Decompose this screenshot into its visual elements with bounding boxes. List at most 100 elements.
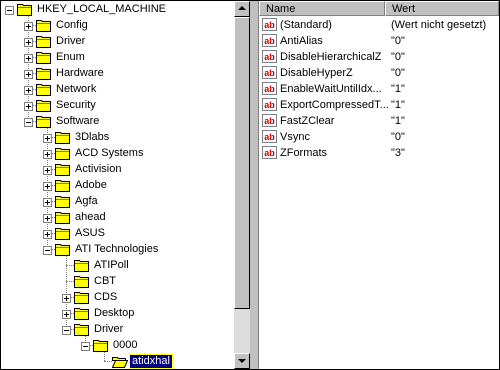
scroll-up-button[interactable] — [234, 1, 250, 17]
expand-plus-icon[interactable] — [24, 38, 33, 47]
svg-text:ab: ab — [264, 100, 275, 110]
value-name: EnableWaitUntilIdx... — [280, 83, 382, 95]
value-name: (Standard) — [280, 19, 332, 31]
value-row[interactable]: ab Vsync "0" — [259, 129, 499, 145]
tree-item[interactable]: Enum — [1, 50, 234, 66]
folder-icon — [74, 307, 90, 320]
tree-item[interactable]: 0000 — [1, 338, 234, 354]
expand-plus-icon[interactable] — [43, 182, 52, 191]
svg-text:ab: ab — [264, 132, 275, 142]
expand-plus-icon[interactable] — [24, 86, 33, 95]
tree-item[interactable]: CDS — [1, 290, 234, 306]
value-row[interactable]: ab ZFormats "3" — [259, 145, 499, 161]
value-data: "3" — [391, 147, 405, 159]
tree-item[interactable]: Config — [1, 18, 234, 34]
tree-item-label: 0000 — [113, 339, 138, 351]
tree-item[interactable]: ahead — [1, 210, 234, 226]
value-row[interactable]: ab DisableHyperZ "0" — [259, 65, 499, 81]
tree-item[interactable]: Security — [1, 98, 234, 114]
value-row[interactable]: ab AntiAlias "0" — [259, 33, 499, 49]
expand-plus-icon[interactable] — [43, 214, 52, 223]
tree-item[interactable]: Hardware — [1, 66, 234, 82]
value-data: "1" — [391, 83, 405, 95]
value-name: FastZClear — [280, 115, 335, 127]
expand-plus-icon[interactable] — [24, 70, 33, 79]
expand-plus-icon[interactable] — [24, 54, 33, 63]
folder-icon — [36, 35, 52, 48]
expand-plus-icon[interactable] — [24, 22, 33, 31]
tree-item[interactable]: Driver — [1, 322, 234, 338]
svg-text:ab: ab — [264, 52, 275, 62]
expand-plus-icon[interactable] — [43, 134, 52, 143]
tree-item[interactable]: 3Dlabs — [1, 130, 234, 146]
tree-connector-line — [66, 281, 74, 282]
scroll-thumb[interactable] — [234, 17, 250, 309]
pane-splitter[interactable] — [250, 1, 259, 369]
collapse-minus-icon[interactable] — [5, 6, 14, 15]
tree-item-label: ATI Technologies — [75, 243, 159, 255]
tree-item[interactable]: Adobe — [1, 178, 234, 194]
expand-plus-icon[interactable] — [43, 166, 52, 175]
folder-icon — [36, 99, 52, 112]
folder-icon — [55, 147, 71, 160]
value-row[interactable]: ab EnableWaitUntilIdx... "1" — [259, 81, 499, 97]
expand-plus-icon[interactable] — [62, 294, 71, 303]
collapse-minus-icon[interactable] — [24, 118, 33, 127]
value-data: (Wert nicht gesetzt) — [391, 19, 487, 31]
tree-vertical-scrollbar[interactable] — [234, 1, 250, 369]
column-header-value[interactable]: Wert — [385, 1, 499, 16]
tree-root-item[interactable]: HKEY_LOCAL_MACHINE — [1, 2, 234, 18]
collapse-minus-icon[interactable] — [62, 326, 71, 335]
expand-plus-icon[interactable] — [24, 102, 33, 111]
folder-icon — [111, 355, 129, 368]
tree-item-label: Activision — [75, 163, 122, 175]
arrow-down-icon — [238, 359, 246, 363]
tree-item[interactable]: Agfa — [1, 194, 234, 210]
tree-item[interactable]: ACD Systems — [1, 146, 234, 162]
tree-item[interactable]: Driver — [1, 34, 234, 50]
expand-plus-icon[interactable] — [43, 198, 52, 207]
tree-item[interactable]: ASUS — [1, 226, 234, 242]
value-row[interactable]: ab DisableHierarchicalZ "0" — [259, 49, 499, 65]
collapse-minus-icon[interactable] — [81, 342, 90, 351]
registry-tree[interactable]: HKEY_LOCAL_MACHINE Config Driver Enum Hardwa… — [1, 1, 234, 369]
tree-item[interactable]: ATI Technologies — [1, 242, 234, 258]
folder-icon — [55, 227, 71, 240]
tree-root-label: HKEY_LOCAL_MACHINE — [37, 3, 166, 15]
folder-icon — [74, 291, 90, 304]
scroll-down-button[interactable] — [234, 353, 250, 369]
string-value-icon: ab — [262, 130, 277, 143]
folder-icon — [74, 275, 90, 288]
string-value-icon: ab — [262, 50, 277, 63]
tree-item[interactable]: CBT — [1, 274, 234, 290]
expand-plus-icon[interactable] — [43, 150, 52, 159]
value-row[interactable]: ab ExportCompressedT... "1" — [259, 97, 499, 113]
tree-item-label: Software — [56, 115, 100, 127]
tree-item-label: Network — [56, 83, 97, 95]
value-row[interactable]: ab (Standard) (Wert nicht gesetzt) — [259, 17, 499, 33]
tree-item[interactable]: Activision — [1, 162, 234, 178]
value-data: "1" — [391, 99, 405, 111]
tree-item-label: Desktop — [94, 307, 135, 319]
tree-item-selected[interactable]: atidxhal — [1, 354, 234, 369]
folder-icon — [36, 83, 52, 96]
collapse-minus-icon[interactable] — [43, 246, 52, 255]
values-list[interactable]: Name Wert ab (Standard) (Wert nicht gesetz… — [259, 1, 499, 369]
folder-icon — [74, 323, 90, 336]
folder-icon — [74, 259, 90, 272]
folder-icon — [36, 67, 52, 80]
expand-plus-icon[interactable] — [62, 310, 71, 319]
tree-item[interactable]: ATIPoll — [1, 258, 234, 274]
column-header-name[interactable]: Name — [259, 1, 385, 16]
tree-item[interactable]: Software — [1, 114, 234, 130]
string-value-icon: ab — [262, 82, 277, 95]
tree-item[interactable]: Desktop — [1, 306, 234, 322]
value-name: ZFormats — [280, 147, 328, 159]
tree-item[interactable]: Network — [1, 82, 234, 98]
tree-item-label: ahead — [75, 211, 106, 223]
expand-plus-icon[interactable] — [43, 230, 52, 239]
tree-item-label: atidxhal — [129, 354, 173, 369]
tree-item-label: Agfa — [75, 195, 98, 207]
folder-icon — [55, 179, 71, 192]
value-row[interactable]: ab FastZClear "1" — [259, 113, 499, 129]
